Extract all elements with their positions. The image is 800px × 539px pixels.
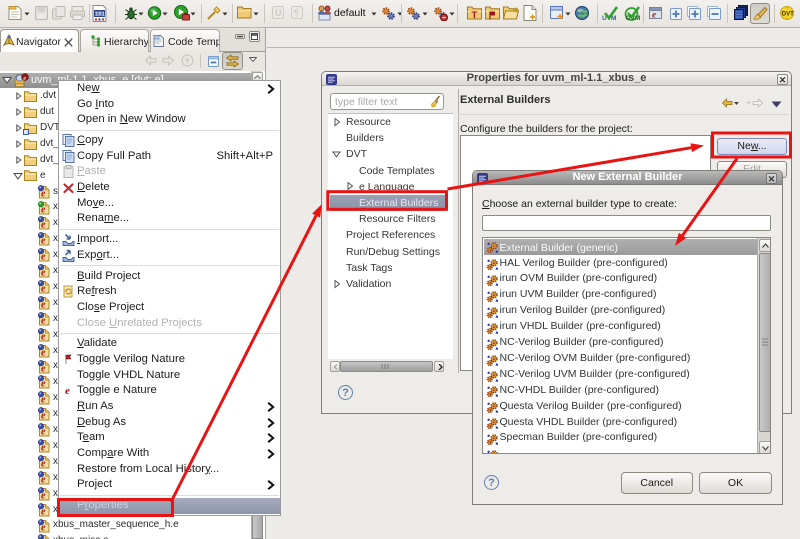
- svg-text:DVT: DVT: [782, 12, 794, 18]
- svg-text:e: e: [65, 385, 70, 397]
- svg-text:T: T: [472, 10, 478, 20]
- svg-text:e: e: [23, 75, 26, 82]
- svg-text:101: 101: [95, 11, 106, 18]
- svg-text:U: U: [275, 8, 282, 18]
- svg-text:¶: ¶: [294, 8, 299, 18]
- svg-text:e: e: [652, 10, 656, 20]
